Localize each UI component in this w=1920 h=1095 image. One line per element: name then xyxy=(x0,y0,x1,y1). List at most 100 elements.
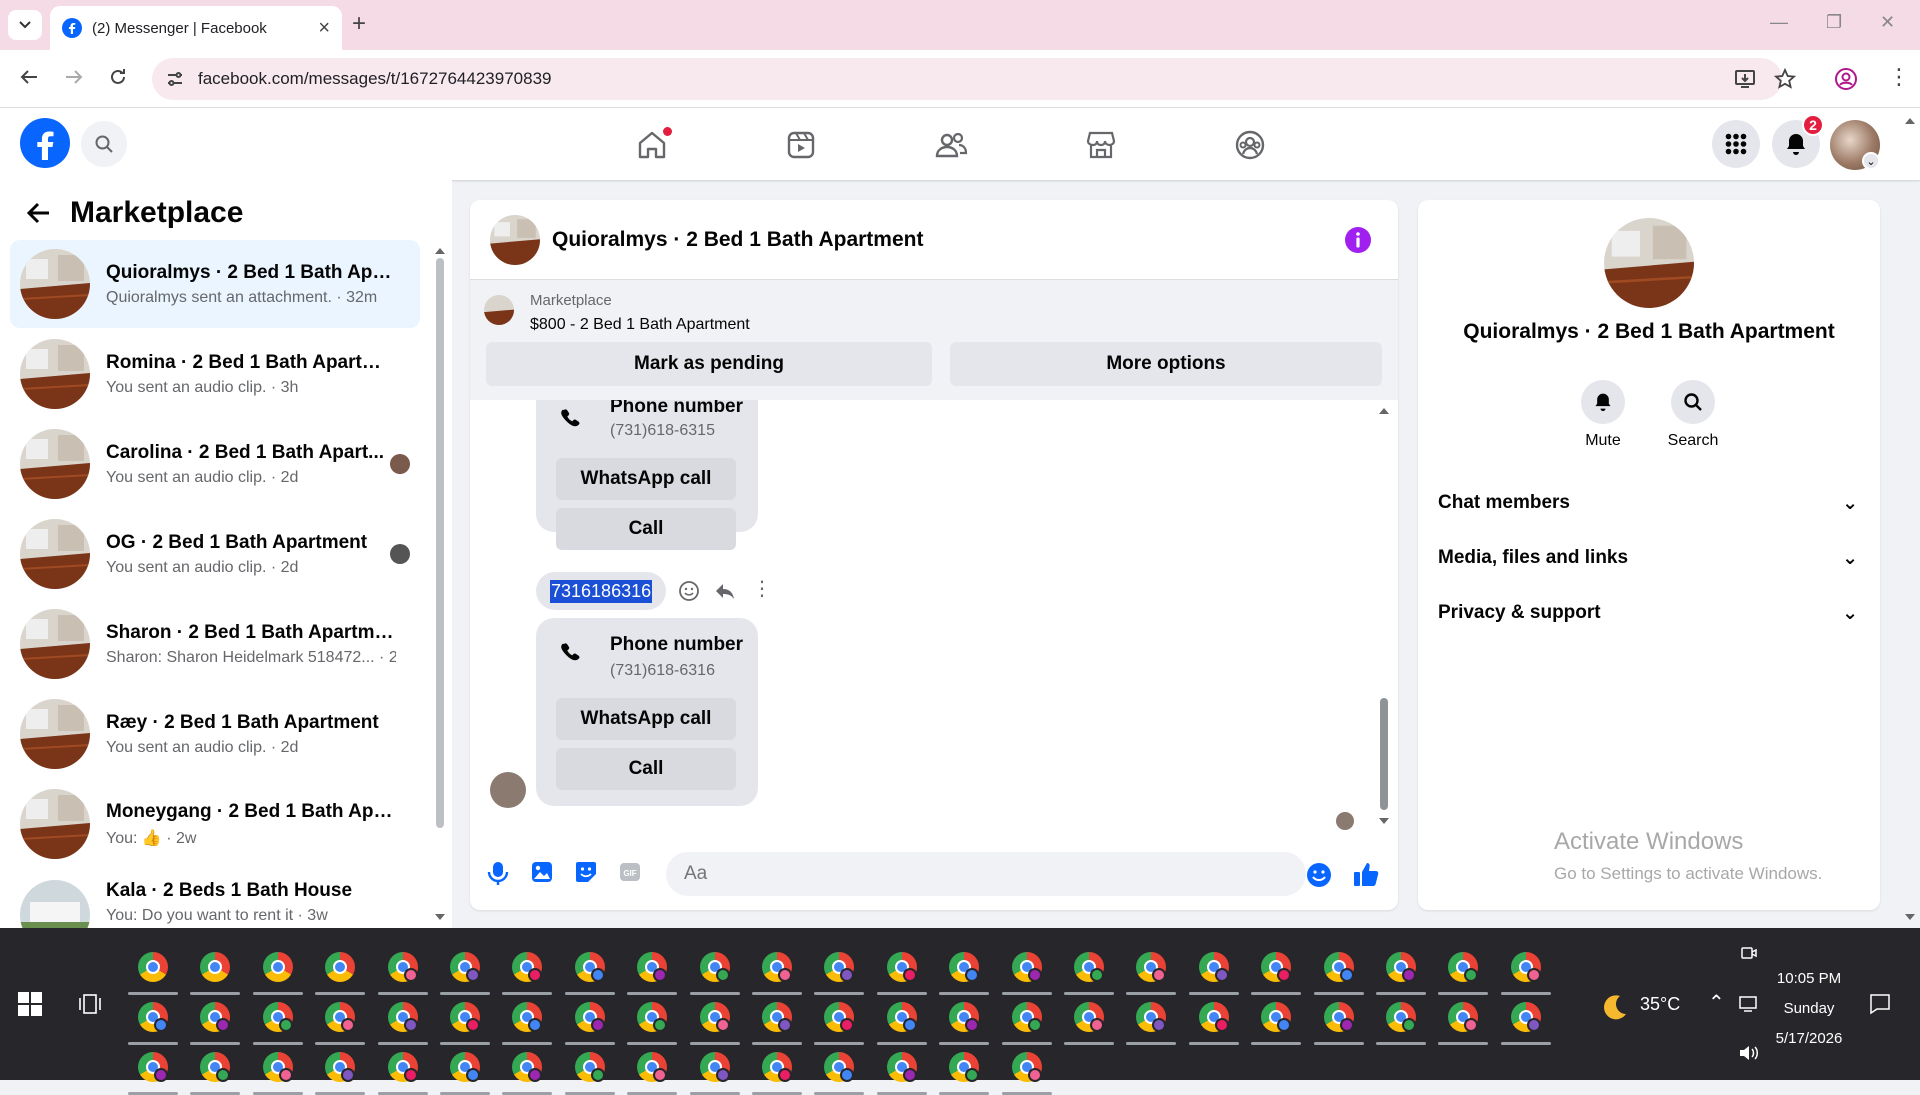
volume-icon[interactable] xyxy=(1738,1044,1760,1062)
conversation-item[interactable]: OG · 2 Bed 1 Bath Apartment You sent an a… xyxy=(10,510,420,598)
more-options-button[interactable]: More options xyxy=(950,342,1382,386)
chrome-app-icon[interactable] xyxy=(512,1002,543,1032)
chrome-app-icon[interactable] xyxy=(325,952,356,982)
clock-day[interactable]: Sunday xyxy=(1776,1000,1842,1017)
section-chat-members[interactable]: Chat members ⌄ xyxy=(1438,492,1858,515)
conversation-item[interactable]: Carolina · 2 Bed 1 Bath Apart... You sent… xyxy=(10,420,420,508)
chrome-app-icon[interactable] xyxy=(637,952,668,982)
chrome-app-icon[interactable] xyxy=(637,1002,668,1032)
chrome-app-icon[interactable] xyxy=(1074,952,1104,982)
call-button[interactable]: Call xyxy=(556,748,736,790)
chrome-app-icon[interactable] xyxy=(387,1002,418,1032)
conversation-item[interactable]: Moneygang · 2 Bed 1 Bath Apart... You: 👍 … xyxy=(10,780,420,868)
clock-date[interactable]: 5/17/2026 xyxy=(1770,1030,1848,1047)
chrome-app-icon[interactable] xyxy=(1074,1002,1104,1032)
emoji-icon[interactable] xyxy=(1306,862,1332,888)
chrome-app-icon[interactable] xyxy=(200,1052,231,1082)
chrome-app-icon[interactable] xyxy=(949,1002,980,1032)
sidebar-scroll-up-icon[interactable] xyxy=(434,246,446,256)
chrome-app-icon[interactable] xyxy=(1386,1002,1416,1032)
section-media-files-links[interactable]: Media, files and links ⌄ xyxy=(1438,547,1858,570)
chrome-app-icon[interactable] xyxy=(262,952,293,982)
chrome-app-icon[interactable] xyxy=(200,952,231,982)
site-settings-icon[interactable] xyxy=(166,70,184,88)
account-avatar[interactable]: ⌄ xyxy=(1830,120,1880,170)
nav-friends[interactable] xyxy=(931,125,971,165)
forward-button[interactable] xyxy=(63,66,85,88)
chat-title[interactable]: Quioralmys · 2 Bed 1 Bath Apartment xyxy=(552,228,923,252)
chrome-app-icon[interactable] xyxy=(1323,952,1354,982)
conversation-item[interactable]: Ræy · 2 Bed 1 Bath Apartment You sent an … xyxy=(10,690,420,778)
reply-icon[interactable] xyxy=(714,580,736,602)
facebook-logo-icon[interactable] xyxy=(20,118,70,168)
chrome-app-icon[interactable] xyxy=(886,1052,917,1082)
back-arrow-icon[interactable] xyxy=(26,200,52,226)
chrome-app-icon[interactable] xyxy=(824,952,855,982)
thumbs-up-icon[interactable] xyxy=(1352,860,1380,888)
sticker-icon[interactable] xyxy=(574,860,598,884)
chat-scroll-up-icon[interactable] xyxy=(1378,406,1390,416)
chrome-app-icon[interactable] xyxy=(1136,1002,1167,1032)
chrome-app-icon[interactable] xyxy=(138,1002,168,1032)
tab-search-button[interactable] xyxy=(8,10,42,40)
whatsapp-call-button[interactable]: WhatsApp call xyxy=(556,458,736,500)
chrome-app-icon[interactable] xyxy=(262,1052,293,1082)
more-actions-icon[interactable]: ⋮ xyxy=(752,576,772,601)
section-privacy-support[interactable]: Privacy & support ⌄ xyxy=(1438,602,1858,625)
chat-avatar[interactable] xyxy=(490,214,540,265)
chrome-app-icon[interactable] xyxy=(574,1002,605,1032)
bookmark-star-icon[interactable] xyxy=(1774,68,1796,90)
tab-close-icon[interactable]: × xyxy=(318,17,330,40)
gif-icon[interactable]: GIF xyxy=(618,860,642,884)
chrome-app-icon[interactable] xyxy=(824,1052,855,1082)
chrome-app-icon[interactable] xyxy=(1323,1002,1354,1032)
nav-marketplace[interactable] xyxy=(1081,125,1121,165)
nav-groups[interactable] xyxy=(1230,125,1270,165)
chrome-app-icon[interactable] xyxy=(1011,1052,1042,1082)
restore-button[interactable]: ❐ xyxy=(1826,12,1842,33)
message-input[interactable] xyxy=(666,852,1306,896)
back-button[interactable] xyxy=(18,66,40,88)
nav-home[interactable] xyxy=(632,125,672,165)
chrome-app-icon[interactable] xyxy=(450,1052,480,1082)
react-emoji-icon[interactable] xyxy=(678,580,700,602)
mute-button[interactable]: Mute xyxy=(1568,380,1638,450)
chrome-app-icon[interactable] xyxy=(762,1052,792,1082)
show-hidden-icons-button[interactable]: ⌃ xyxy=(1708,990,1725,1015)
weather-moon-icon[interactable] xyxy=(1600,992,1630,1022)
chrome-app-icon[interactable] xyxy=(1198,1002,1229,1032)
conversation-item[interactable]: Romina · 2 Bed 1 Bath Apartment You sent … xyxy=(10,330,420,418)
chrome-app-icon[interactable] xyxy=(1261,952,1292,982)
meet-now-icon[interactable] xyxy=(1740,944,1758,962)
chrome-app-icon[interactable] xyxy=(886,952,917,982)
chrome-app-icon[interactable] xyxy=(949,1052,980,1082)
chrome-app-icon[interactable] xyxy=(1510,952,1541,982)
page-scroll-down-icon[interactable] xyxy=(1904,912,1916,922)
chrome-app-icon[interactable] xyxy=(138,952,168,982)
conversation-item[interactable]: Kala · 2 Beds 1 Bath House You: Do you wa… xyxy=(10,870,420,928)
browser-menu-button[interactable]: ⋮ xyxy=(1888,64,1910,90)
notifications-button[interactable]: 2 xyxy=(1772,114,1824,168)
call-button[interactable]: Call xyxy=(556,508,736,550)
search-in-conversation-button[interactable]: Search xyxy=(1658,380,1728,450)
chrome-app-icon[interactable] xyxy=(699,1052,730,1082)
chrome-app-icon[interactable] xyxy=(886,1002,917,1032)
listing-title[interactable]: $800 - 2 Bed 1 Bath Apartment xyxy=(530,316,750,334)
chrome-app-icon[interactable] xyxy=(512,952,543,982)
chrome-app-icon[interactable] xyxy=(1448,1002,1479,1032)
chrome-app-icon[interactable] xyxy=(1198,952,1229,982)
photo-icon[interactable] xyxy=(530,860,554,884)
new-tab-button[interactable]: + xyxy=(352,10,366,38)
windows-start-icon[interactable] xyxy=(18,992,42,1016)
whatsapp-call-button[interactable]: WhatsApp call xyxy=(556,698,736,740)
chrome-app-icon[interactable] xyxy=(512,1052,543,1082)
search-facebook-button[interactable] xyxy=(81,121,127,167)
chat-scroll-down-icon[interactable] xyxy=(1378,816,1390,826)
chrome-app-icon[interactable] xyxy=(1136,952,1167,982)
weather-temperature[interactable]: 35°C xyxy=(1640,994,1680,1015)
profile-icon[interactable] xyxy=(1834,67,1858,91)
install-app-icon[interactable] xyxy=(1734,69,1756,89)
chrome-app-icon[interactable] xyxy=(200,1002,231,1032)
message-bubble[interactable]: 7316186316 xyxy=(536,572,667,610)
info-icon[interactable] xyxy=(1344,226,1372,254)
